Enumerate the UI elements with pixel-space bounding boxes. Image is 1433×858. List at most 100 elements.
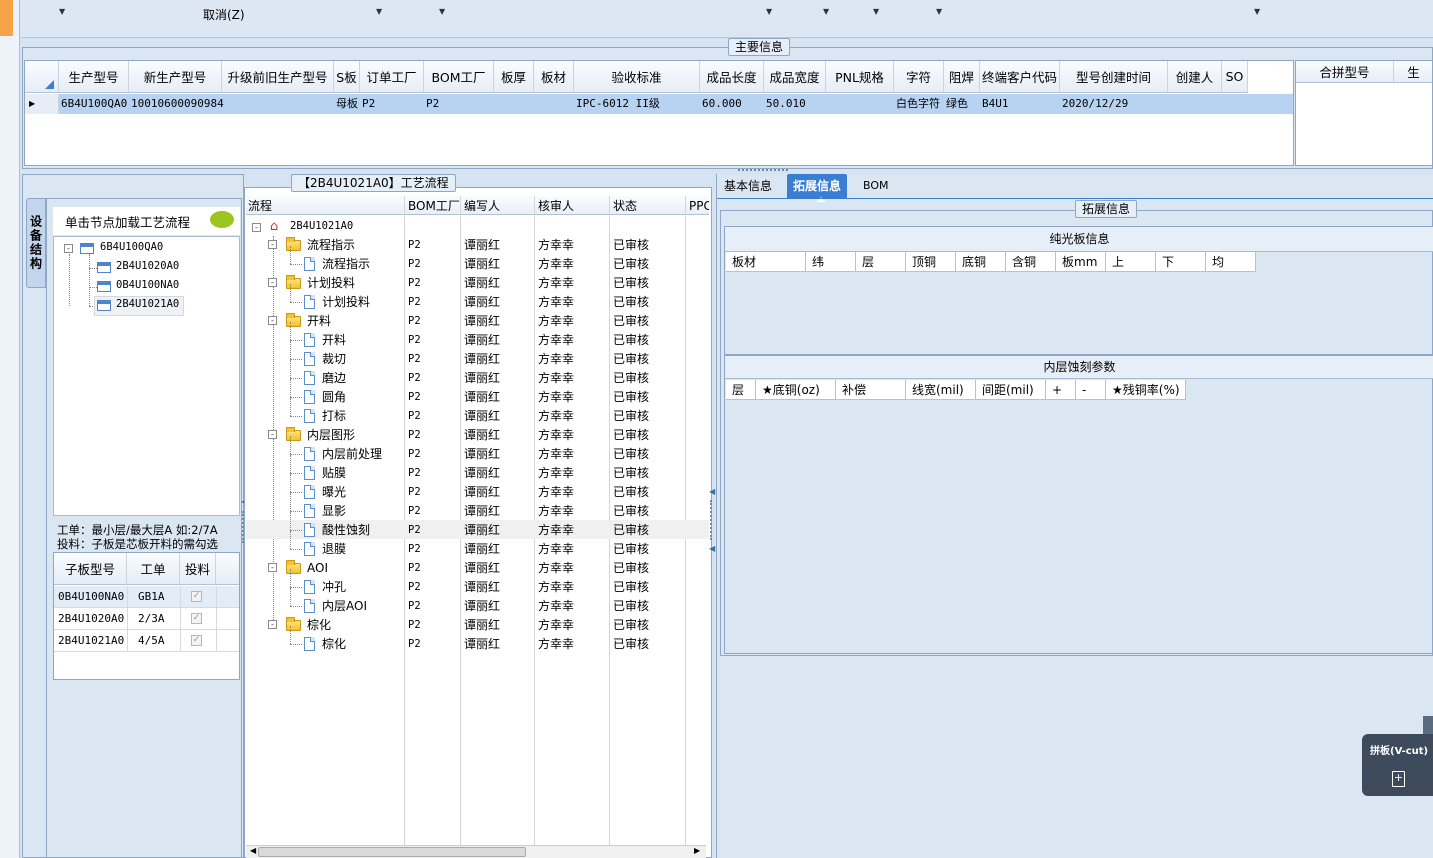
process-node-label[interactable]: 计划投料 [322, 293, 370, 311]
dropdown-arrow-icon[interactable]: ▼ [59, 7, 65, 16]
dropdown-arrow-icon[interactable]: ▼ [1254, 7, 1260, 16]
table-cell[interactable] [536, 94, 574, 114]
col-header[interactable]: 流程 [248, 197, 408, 215]
scroll-thumb[interactable] [258, 847, 526, 857]
col-header[interactable]: 编写人 [464, 197, 538, 215]
process-node-label[interactable]: 酸性蚀刻 [322, 521, 370, 539]
table-cell[interactable] [224, 94, 334, 114]
col-header[interactable]: 字符 [894, 61, 944, 93]
col-header[interactable]: 升级前旧生产型号 [222, 61, 334, 93]
col-header[interactable]: 间距(mil) [976, 380, 1046, 400]
col-header[interactable]: PPC [689, 197, 709, 215]
col-header[interactable]: 上 [1106, 252, 1156, 272]
table-cell[interactable] [496, 94, 534, 114]
scroll-left-icon[interactable]: ◀ [250, 846, 256, 855]
table-cell[interactable]: B4U1 [982, 94, 1060, 114]
col-header[interactable]: 订单工厂 [360, 61, 424, 93]
dropdown-arrow-icon[interactable]: ▼ [936, 7, 942, 16]
col-header[interactable]: 纬 [806, 252, 856, 272]
tree-root-label[interactable]: 2B4U1021A0 [290, 220, 353, 232]
process-node-label[interactable]: 内层图形 [307, 426, 355, 444]
col-header[interactable]: 板mm [1056, 252, 1106, 272]
table-cell[interactable]: 50.010 [766, 94, 826, 114]
col-header[interactable]: 子板型号 [54, 553, 127, 585]
process-node-label[interactable]: 显影 [322, 502, 346, 520]
process-node-label[interactable]: 开料 [322, 331, 346, 349]
panel-handle[interactable] [1423, 716, 1433, 734]
merge-col-header[interactable]: 合拼型号 [1296, 61, 1394, 83]
table-cell[interactable]: P2 [362, 94, 424, 114]
process-node-label[interactable]: 圆角 [322, 388, 346, 406]
col-header[interactable]: 工单 [127, 553, 180, 585]
process-node-label[interactable]: 磨边 [322, 369, 346, 387]
col-header[interactable]: 顶铜 [906, 252, 956, 272]
process-node-label[interactable]: 流程指示 [307, 236, 355, 254]
process-node-label[interactable]: 冲孔 [322, 578, 346, 596]
col-header[interactable]: 线宽(mil) [906, 380, 976, 400]
merge-col-header[interactable]: 生 [1394, 61, 1432, 83]
table-cell[interactable]: 10010600090984 [131, 94, 224, 114]
collapse-arrow-icon[interactable]: ◀ [709, 487, 715, 496]
tree-node-selected[interactable]: 2B4U1021A0 [116, 298, 179, 310]
col-header[interactable]: SO [1222, 61, 1248, 93]
col-header[interactable]: 投料 [180, 553, 216, 585]
process-node-label[interactable]: 流程指示 [322, 255, 370, 273]
table-cell[interactable]: 6B4U100QA0 [61, 94, 129, 114]
process-node-label[interactable]: 曝光 [322, 483, 346, 501]
table-cell[interactable] [828, 94, 894, 114]
vcut-float-panel[interactable]: 拼板(V-cut) + [1362, 734, 1433, 796]
horizontal-scrollbar[interactable]: ◀ ▶ [246, 845, 706, 858]
col-header[interactable]: 成品宽度 [764, 61, 826, 93]
col-header[interactable]: 板材 [726, 252, 806, 272]
process-node-label[interactable]: 棕化 [322, 635, 346, 653]
col-header[interactable]: 底铜 [956, 252, 1006, 272]
collapse-icon[interactable]: - [268, 563, 277, 572]
col-header[interactable]: - [1076, 380, 1106, 400]
col-header[interactable]: 含铜 [1006, 252, 1056, 272]
col-header[interactable]: ★残铜率(%) [1106, 380, 1186, 400]
col-header[interactable]: 补偿 [836, 380, 906, 400]
col-header[interactable]: BOM工厂 [424, 61, 494, 93]
col-header[interactable]: 层 [856, 252, 906, 272]
process-node-label[interactable]: 内层前处理 [322, 445, 382, 463]
table-cell[interactable]: IPC-6012 II级 [576, 94, 700, 114]
process-node-label[interactable]: 开料 [307, 312, 331, 330]
collapse-icon[interactable]: - [64, 244, 73, 253]
col-header[interactable]: 核审人 [538, 197, 613, 215]
col-header[interactable]: ★底铜(oz) [756, 380, 836, 400]
tab-extended-info[interactable]: 拓展信息 [787, 174, 848, 198]
feed-checkbox[interactable]: ✓ [191, 613, 202, 624]
tree-node[interactable]: 2B4U1020A0 [116, 260, 179, 272]
table-cell[interactable] [1170, 94, 1222, 114]
col-header[interactable]: 型号创建时间 [1060, 61, 1168, 93]
tree-node-root[interactable]: 6B4U100QA0 [100, 241, 163, 253]
tab-basic-info[interactable]: 基本信息 [718, 174, 778, 198]
dropdown-arrow-icon[interactable]: ▼ [873, 7, 879, 16]
col-header[interactable]: 成品长度 [700, 61, 764, 93]
process-node-label[interactable]: 退膜 [322, 540, 346, 558]
col-header[interactable]: 生产型号 [59, 61, 129, 93]
table-cell[interactable]: 绿色 [946, 94, 980, 114]
process-node-label[interactable]: 贴膜 [322, 464, 346, 482]
table-cell[interactable] [1224, 94, 1248, 114]
dropdown-arrow-icon[interactable]: ▼ [823, 7, 829, 16]
col-header[interactable]: PNL规格 [826, 61, 894, 93]
col-header[interactable]: 板厚 [494, 61, 534, 93]
col-header[interactable]: 终端客户代码 [980, 61, 1060, 93]
col-header[interactable]: 均 [1206, 252, 1256, 272]
col-header[interactable]: 阻焊 [944, 61, 980, 93]
scroll-right-icon[interactable]: ▶ [694, 846, 700, 855]
splitter-grip[interactable] [738, 169, 788, 173]
col-header[interactable]: 创建人 [1168, 61, 1222, 93]
process-node-label[interactable]: 打标 [322, 407, 346, 425]
col-header[interactable]: 层 [726, 380, 756, 400]
col-header[interactable]: 验收标准 [574, 61, 700, 93]
feed-checkbox[interactable]: ✓ [191, 635, 202, 646]
table-cell[interactable]: 60.000 [702, 94, 764, 114]
collapse-icon[interactable]: - [268, 278, 277, 287]
col-header[interactable]: 状态 [613, 197, 689, 215]
vertical-tab-device-structure[interactable]: 设备结构 [26, 198, 46, 288]
col-header[interactable]: 新生产型号 [129, 61, 222, 93]
process-node-label[interactable]: 裁切 [322, 350, 346, 368]
process-node-label[interactable]: 计划投料 [307, 274, 355, 292]
